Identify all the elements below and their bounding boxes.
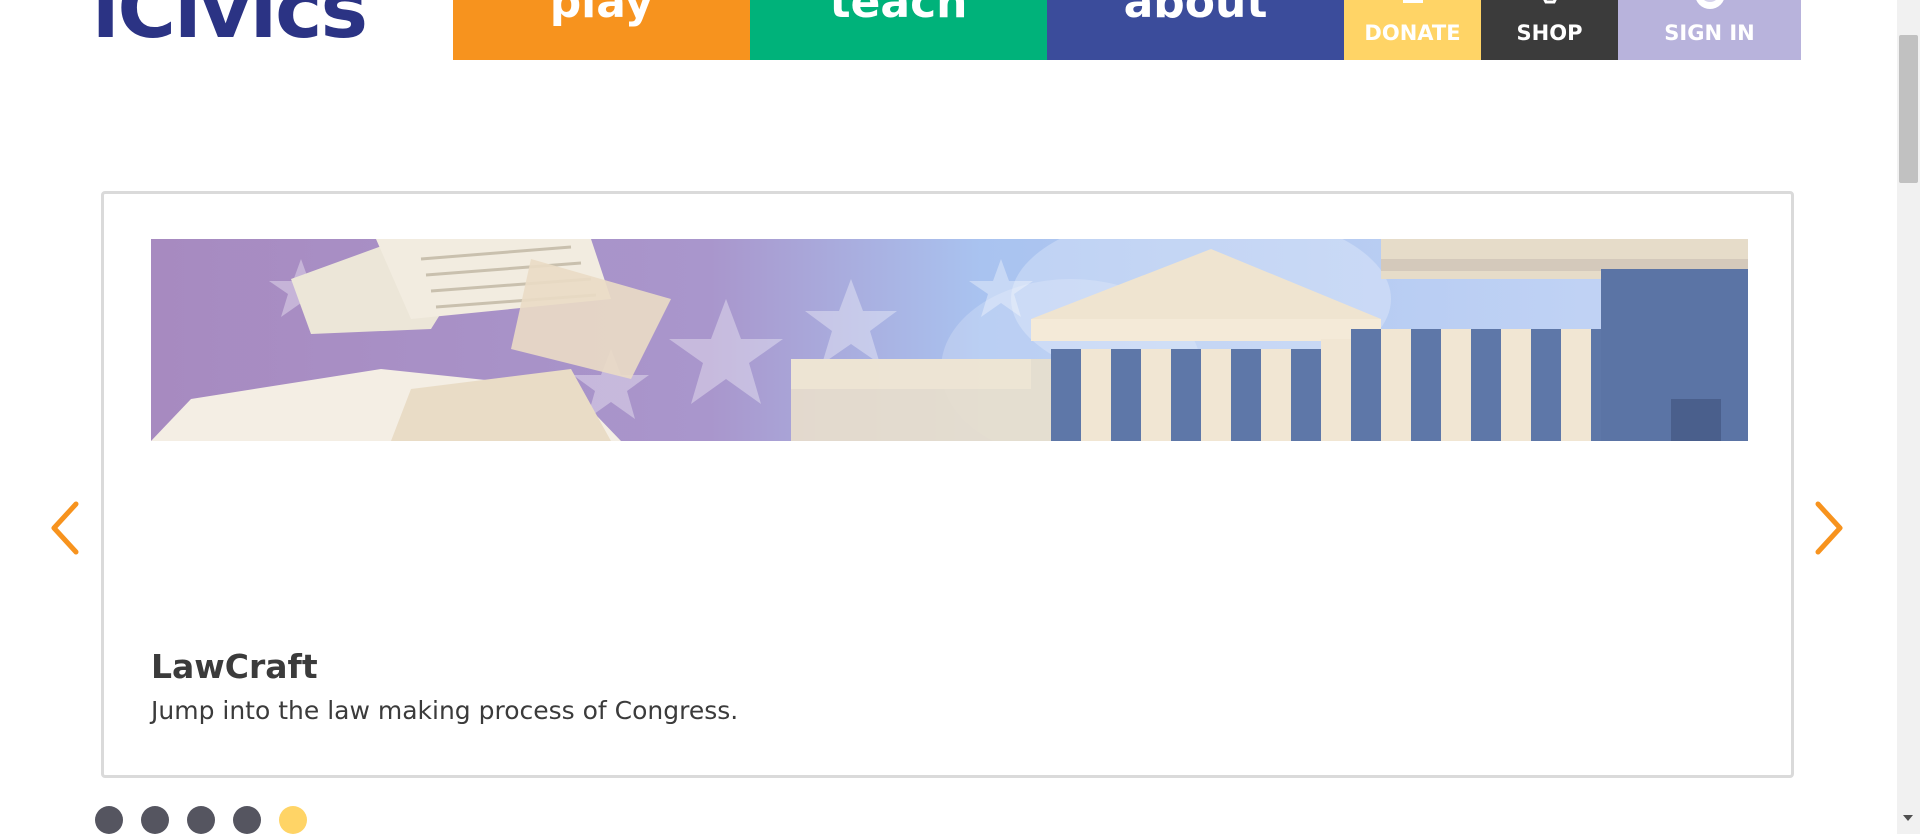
scrollbar-thumb[interactable] [1899, 35, 1918, 183]
nav-teach[interactable]: teach [750, 0, 1047, 60]
carousel-slide[interactable]: LawCraft Jump into the law making proces… [101, 191, 1794, 778]
carousel-dot-3[interactable] [187, 806, 215, 834]
carousel-dot-4[interactable] [233, 806, 261, 834]
chevron-right-icon[interactable] [1808, 498, 1848, 558]
nav-donate[interactable]: DONATE [1344, 0, 1481, 60]
nav-play-label: play [549, 0, 654, 28]
nav-about-label: about [1123, 0, 1268, 28]
user-avatar-icon [1695, 0, 1724, 9]
donate-icon [1402, 0, 1423, 3]
nav-about[interactable]: about [1047, 0, 1344, 60]
nav-play[interactable]: play [453, 0, 750, 60]
logo-text: iCivics [92, 0, 368, 38]
nav-donate-label: DONATE [1364, 21, 1461, 45]
nav-shop[interactable]: SHOP [1481, 0, 1618, 60]
nav-shop-label: SHOP [1516, 21, 1583, 45]
chevron-left-icon[interactable] [46, 498, 86, 558]
carousel-dot-1[interactable] [95, 806, 123, 834]
nav-teach-label: teach [829, 0, 968, 28]
main-nav: play teach about DONATE SHOP SIGN IN [453, 0, 1801, 60]
slide-title[interactable]: LawCraft [151, 647, 318, 686]
shop-icon [1542, 0, 1557, 4]
scroll-down-arrow-icon[interactable] [1903, 815, 1913, 821]
nav-sign-in[interactable]: SIGN IN [1618, 0, 1801, 60]
slide-description: Jump into the law making process of Cong… [151, 696, 739, 725]
site-logo[interactable]: iCivics [92, 0, 377, 38]
carousel-pagination [95, 806, 307, 834]
slide-banner-image [151, 239, 1748, 441]
page-scrollbar[interactable] [1897, 0, 1920, 834]
carousel-dot-2[interactable] [141, 806, 169, 834]
nav-sign-in-label: SIGN IN [1664, 21, 1755, 45]
carousel-dot-5[interactable] [279, 806, 307, 834]
